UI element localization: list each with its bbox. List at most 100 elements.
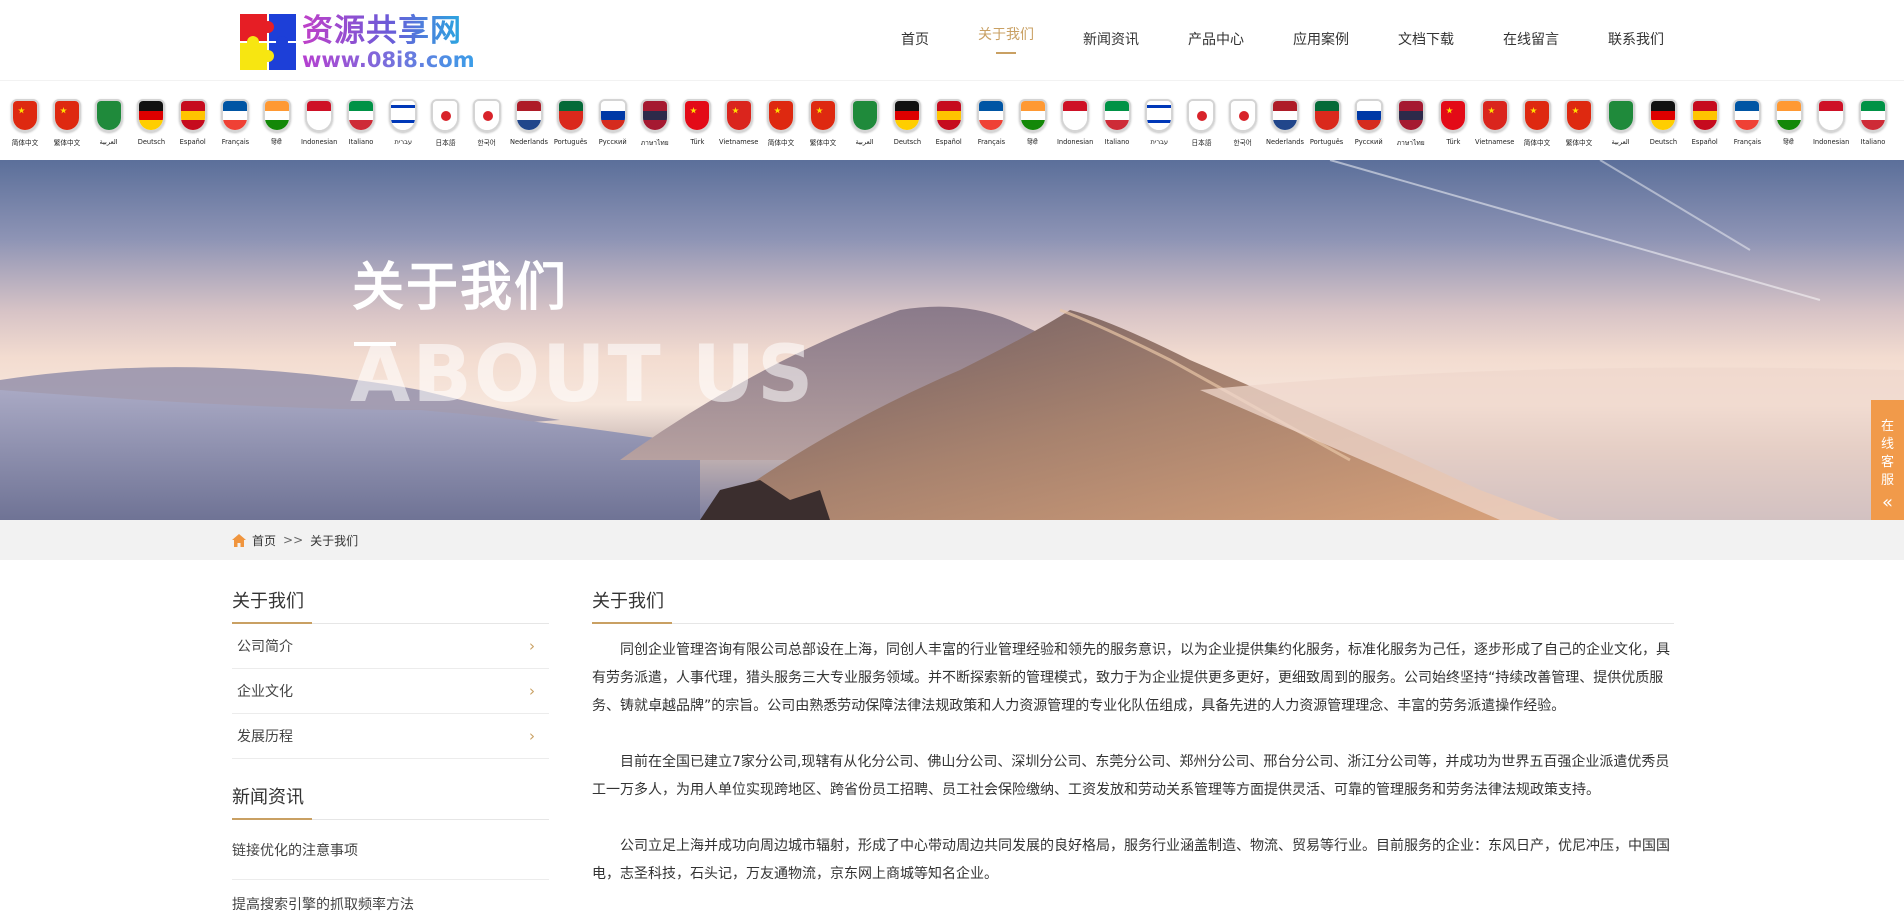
banner-subtitle: ABOUT US xyxy=(350,330,816,420)
id-flag-icon xyxy=(1817,99,1845,132)
language-option[interactable]: Indonesian xyxy=(1810,99,1852,149)
sidebar-news-list: 链接优化的注意事项 提高搜索引擎的抓取频率方法 xyxy=(232,820,549,924)
language-option[interactable]: ภาษาไทย xyxy=(1390,99,1432,149)
language-option[interactable]: 日本語 xyxy=(1180,99,1222,149)
language-option[interactable]: 简体中文 xyxy=(1516,99,1558,149)
language-name: Deutsch xyxy=(137,138,165,146)
main-nav: 首页 关于我们 新闻资讯 产品中心 应用案例 文档下载 在线留言 联系我们 xyxy=(901,0,1664,80)
language-option[interactable]: Italiano xyxy=(1852,99,1894,149)
language-name: Nederlands xyxy=(510,138,548,146)
language-name: Español xyxy=(1691,138,1719,146)
site-logo[interactable]: 资源共享网 www.08i8.com xyxy=(240,12,480,72)
nav-item[interactable]: 联系我们 xyxy=(1608,30,1664,50)
language-option[interactable]: हिंदी xyxy=(1768,99,1810,149)
language-name: Italiano xyxy=(1104,138,1130,146)
language-option[interactable]: ภาษาไทย xyxy=(634,99,676,149)
nav-item[interactable]: 应用案例 xyxy=(1293,30,1349,50)
language-option[interactable]: العربية xyxy=(844,99,886,149)
about-paragraph: 同创企业管理咨询有限公司总部设在上海，同创人丰富的行业管理经验和领先的服务意识，… xyxy=(592,642,1670,714)
double-chevron-left-icon: « xyxy=(1881,492,1893,513)
language-option[interactable]: Русский xyxy=(592,99,634,149)
it-flag-icon xyxy=(347,99,375,132)
breadcrumb-home-link[interactable]: 首页 xyxy=(252,532,276,549)
language-option[interactable]: 简体中文 xyxy=(4,99,46,149)
es-flag-icon xyxy=(1691,99,1719,132)
language-option[interactable]: Deutsch xyxy=(886,99,928,149)
language-option[interactable]: العربية xyxy=(1600,99,1642,149)
language-option[interactable]: हिंदी xyxy=(256,99,298,149)
language-option[interactable]: Nederlands xyxy=(1264,99,1306,149)
language-option[interactable]: Español xyxy=(1684,99,1726,149)
pt-flag-icon xyxy=(1313,99,1341,132)
language-option[interactable]: 한국어 xyxy=(466,99,508,149)
language-option[interactable]: 한국어 xyxy=(1222,99,1264,149)
about-paragraph: 目前在全国已建立7家分公司,现辖有从化分公司、佛山分公司、深圳分公司、东莞分公司… xyxy=(592,754,1670,798)
in-flag-icon xyxy=(1019,99,1047,132)
language-option[interactable]: Türk xyxy=(1432,99,1474,149)
language-option[interactable]: Deutsch xyxy=(130,99,172,149)
language-option[interactable]: Português xyxy=(1306,99,1348,149)
language-option[interactable]: Deutsch xyxy=(1642,99,1684,149)
sidebar-item[interactable]: 企业文化 › xyxy=(232,669,549,714)
language-name: العربية xyxy=(99,138,119,146)
language-option[interactable]: 繁体中文 xyxy=(1558,99,1600,149)
language-option[interactable]: Indonesian xyxy=(1054,99,1096,149)
language-bar: 简体中文 繁体中文 العربية Deutsch Español Français हिं… xyxy=(0,80,1904,160)
breadcrumb-bar: 首页 >> 关于我们 xyxy=(0,520,1904,560)
language-option[interactable]: Español xyxy=(928,99,970,149)
language-option[interactable]: हिंदी xyxy=(1012,99,1054,149)
sidebar-item-label: 发展历程 xyxy=(237,729,293,745)
news-link[interactable]: 提高搜索引擎的抓取频率方法 xyxy=(232,880,549,924)
language-option[interactable]: 简体中文 xyxy=(760,99,802,149)
language-option[interactable]: Português xyxy=(550,99,592,149)
language-name: Português xyxy=(1310,138,1344,146)
nav-item[interactable]: 产品中心 xyxy=(1188,30,1244,50)
sa-flag-icon xyxy=(851,99,879,132)
language-option[interactable]: עברית xyxy=(382,99,424,149)
language-option[interactable]: Français xyxy=(214,99,256,149)
language-track: 简体中文 繁体中文 العربية Deutsch Español Français हिं… xyxy=(4,99,1894,149)
language-option[interactable]: Español xyxy=(172,99,214,149)
nav-item[interactable]: 关于我们 xyxy=(978,25,1034,45)
language-option[interactable]: Français xyxy=(1726,99,1768,149)
language-option[interactable]: Italiano xyxy=(1096,99,1138,149)
sidebar-item[interactable]: 公司简介 › xyxy=(232,624,549,669)
language-option[interactable]: Nederlands xyxy=(508,99,550,149)
ru-flag-icon xyxy=(599,99,627,132)
language-option[interactable]: 日本語 xyxy=(424,99,466,149)
language-option[interactable]: 繁体中文 xyxy=(802,99,844,149)
news-link[interactable]: 链接优化的注意事项 xyxy=(232,820,549,880)
language-option[interactable]: Vietnamese xyxy=(1474,99,1516,149)
language-name: Français xyxy=(977,138,1005,146)
sa-flag-icon xyxy=(95,99,123,132)
language-option[interactable]: Türk xyxy=(676,99,718,149)
language-option[interactable]: العربية xyxy=(88,99,130,149)
site-header: 资源共享网 www.08i8.com 首页 关于我们 新闻资讯 产品中心 应用案例 文档下… xyxy=(0,0,1904,80)
language-option[interactable]: Français xyxy=(970,99,1012,149)
nav-item[interactable]: 在线留言 xyxy=(1503,30,1559,50)
online-service-button[interactable]: 在线客服 « xyxy=(1871,400,1904,522)
language-option[interactable]: 繁体中文 xyxy=(46,99,88,149)
sidebar-item[interactable]: 发展历程 › xyxy=(232,714,549,759)
il-flag-icon xyxy=(389,99,417,132)
nav-item[interactable]: 新闻资讯 xyxy=(1083,30,1139,50)
puzzle-logo-icon xyxy=(240,14,296,70)
language-name: Español xyxy=(179,138,207,146)
language-option[interactable]: Indonesian xyxy=(298,99,340,149)
breadcrumb: 首页 >> 关于我们 xyxy=(232,520,358,560)
chevron-right-icon: › xyxy=(529,637,535,655)
language-option[interactable]: עברית xyxy=(1138,99,1180,149)
id-flag-icon xyxy=(1061,99,1089,132)
nav-item[interactable]: 文档下载 xyxy=(1398,30,1454,50)
language-option[interactable]: Русский xyxy=(1348,99,1390,149)
language-name: 简体中文 xyxy=(11,139,39,147)
kr-flag-icon xyxy=(1229,99,1257,132)
about-paragraph: 公司立足上海并成功向周边城市辐射，形成了中心带动周边共同发展的良好格局，服务行业… xyxy=(592,838,1670,882)
language-option[interactable]: Italiano xyxy=(340,99,382,149)
nav-item[interactable]: 首页 xyxy=(901,30,929,50)
language-name: हिंदी xyxy=(1783,138,1795,146)
language-option[interactable]: Vietnamese xyxy=(718,99,760,149)
language-name: हिंदी xyxy=(271,138,283,146)
language-name: Vietnamese xyxy=(1475,138,1515,146)
language-name: 日本語 xyxy=(1191,139,1211,147)
